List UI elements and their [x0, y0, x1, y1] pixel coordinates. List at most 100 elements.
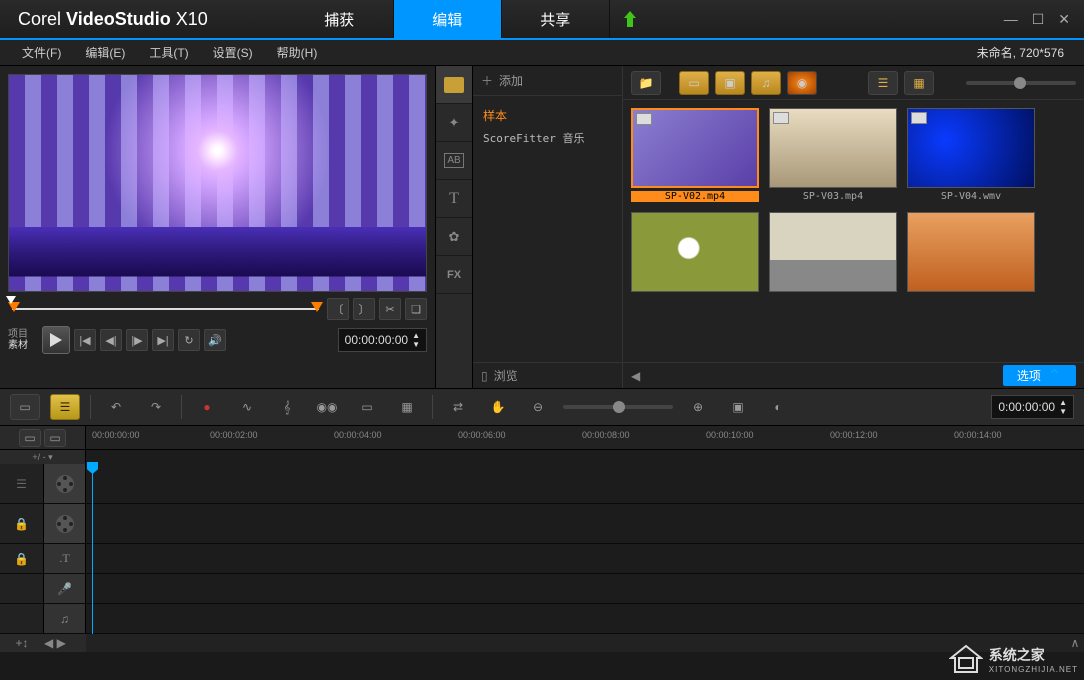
view-thumb-button[interactable]: ▦ [904, 71, 934, 95]
side-tab-filter[interactable]: FX [436, 256, 472, 294]
track-icon-overlay1[interactable] [44, 504, 86, 543]
menu-tools[interactable]: 工具(T) [137, 44, 200, 61]
side-tab-graphic[interactable]: ✿ [436, 218, 472, 256]
clock-button[interactable]: ◐ [763, 394, 793, 420]
zoom-in-button[interactable]: ⊕ [683, 394, 713, 420]
track-toggle-voice[interactable] [0, 574, 44, 603]
add-track-button[interactable]: +↕ [0, 634, 44, 652]
track-body-title[interactable] [86, 544, 1084, 573]
play-button[interactable] [42, 326, 70, 354]
go-end-button[interactable]: ▶| [152, 329, 174, 351]
next-frame-button[interactable]: |▶ [126, 329, 148, 351]
timeline-timecode[interactable]: 0:00:00:00▲▼ [991, 395, 1074, 419]
timeline-scrollbar[interactable] [86, 634, 1066, 652]
side-tab-transition[interactable]: AB [436, 142, 472, 180]
timeline-playhead[interactable] [92, 464, 93, 634]
browse-label[interactable]: 浏览 [494, 367, 518, 384]
track-toggle-overlay1[interactable]: 🔒 [0, 504, 44, 543]
timecode-display[interactable]: 00:00:00:00▲▼ [338, 328, 427, 352]
track-view-a-button[interactable]: ▭ [19, 429, 41, 447]
track-body-video1[interactable] [86, 464, 1084, 503]
track-toggle-music[interactable] [0, 604, 44, 633]
thumb-item[interactable]: SP-V03.mp4 [769, 108, 897, 202]
thumb-item[interactable]: SP-V04.wmv [907, 108, 1035, 202]
thumb-item[interactable] [769, 212, 897, 295]
import-folder-button[interactable]: 📁 [631, 71, 661, 95]
timeline-zoom-slider[interactable] [563, 405, 673, 409]
view-list-button[interactable]: ☰ [868, 71, 898, 95]
undo-button[interactable]: ↶ [101, 394, 131, 420]
subtitle-button[interactable]: ▭ [352, 394, 382, 420]
library-scroll-left[interactable]: ◀ [631, 369, 640, 383]
loop-button[interactable]: ↻ [178, 329, 200, 351]
go-start-button[interactable]: |◀ [74, 329, 96, 351]
add-folder-label[interactable]: 添加 [499, 72, 523, 89]
side-tab-title[interactable]: T [436, 180, 472, 218]
track-toggle-title[interactable]: 🔒 [0, 544, 44, 573]
thumb-item[interactable]: SP-V02.mp4 [631, 108, 759, 202]
track-icon-title[interactable]: .T [44, 544, 86, 573]
track-icon-voice[interactable]: 🎤 [44, 574, 86, 603]
record-button[interactable]: ● [192, 394, 222, 420]
prev-frame-button[interactable]: ◀| [100, 329, 122, 351]
track-body-voice[interactable] [86, 574, 1084, 603]
menu-help[interactable]: 帮助(H) [265, 44, 330, 61]
options-button[interactable]: 选项 ⌃ [1003, 365, 1076, 386]
track-body-music[interactable] [86, 604, 1084, 633]
split-button[interactable]: ❏ [405, 298, 427, 320]
menu-edit[interactable]: 编辑(E) [73, 44, 137, 61]
menu-file[interactable]: 文件(F) [10, 44, 73, 61]
add-folder-icon[interactable]: ＋ [481, 72, 493, 89]
cut-button[interactable]: ✂ [379, 298, 401, 320]
thumb-size-slider[interactable] [966, 81, 1076, 85]
fit-button[interactable]: ▣ [723, 394, 753, 420]
pan-button[interactable]: ✋ [483, 394, 513, 420]
ab-transition-icon: AB [444, 153, 463, 168]
time-ruler[interactable]: 00:00:00:00 00:00:02:00 00:00:04:00 00:0… [86, 426, 1084, 449]
redo-button[interactable]: ↷ [141, 394, 171, 420]
video-badge-icon [773, 112, 789, 124]
filter-photo-button[interactable]: ▣ [715, 71, 745, 95]
multiview-button[interactable]: ▦ [392, 394, 422, 420]
minimize-button[interactable]: — [1004, 11, 1018, 28]
filter-disc-button[interactable]: ◉ [787, 71, 817, 95]
side-tab-media[interactable] [436, 66, 472, 104]
mode-project-label[interactable]: 项目 [8, 329, 38, 340]
motion-button[interactable]: ◉◉ [312, 394, 342, 420]
menu-settings[interactable]: 设置(S) [201, 44, 265, 61]
tree-item-scorefitter[interactable]: ScoreFitter 音乐 [483, 127, 612, 149]
upload-button[interactable] [610, 0, 650, 38]
track-body-overlay1[interactable] [86, 504, 1084, 543]
track-toggle-video1[interactable]: ☰ [0, 464, 44, 503]
timeline-view-button[interactable]: ☰ [50, 394, 80, 420]
mark-out-button[interactable]: 〕 [353, 298, 375, 320]
mark-in-button[interactable]: 〔 [327, 298, 349, 320]
filter-video-button[interactable]: ▭ [679, 71, 709, 95]
wand-icon: ✦ [449, 115, 460, 131]
auto-music-button[interactable]: 𝄞 [272, 394, 302, 420]
thumb-item[interactable] [631, 212, 759, 295]
tab-edit[interactable]: 编辑 [394, 0, 502, 38]
track-view-b-button[interactable]: ▭ [44, 429, 66, 447]
mode-clip-label[interactable]: 素材 [8, 340, 38, 351]
tab-capture[interactable]: 捕获 [286, 0, 394, 38]
thumb-item[interactable] [907, 212, 1035, 295]
scrub-bar[interactable] [8, 302, 323, 316]
preview-screen[interactable] [8, 74, 427, 292]
storyboard-view-button[interactable]: ▭ [10, 394, 40, 420]
maximize-button[interactable]: ☐ [1032, 11, 1045, 28]
track-icon-video1[interactable] [44, 464, 86, 503]
tab-share[interactable]: 共享 [502, 0, 610, 38]
track-motion-button[interactable]: ⇄ [443, 394, 473, 420]
zoom-out-button[interactable]: ⊖ [523, 394, 553, 420]
track-collapse-toggle[interactable]: +/ - ▾ [0, 450, 86, 464]
filter-audio-button[interactable]: ♫ [751, 71, 781, 95]
audio-mixer-button[interactable]: ∿ [232, 394, 262, 420]
track-icon-music[interactable]: ♫ [44, 604, 86, 633]
browse-collapse-icon[interactable]: ▯ [481, 369, 488, 383]
timeline-scroll-buttons[interactable]: ◀ ▶ [44, 634, 86, 652]
side-tab-instant[interactable]: ✦ [436, 104, 472, 142]
volume-button[interactable]: 🔊 [204, 329, 226, 351]
close-button[interactable]: ✕ [1058, 11, 1070, 28]
tree-item-sample[interactable]: 样本 [483, 104, 612, 127]
